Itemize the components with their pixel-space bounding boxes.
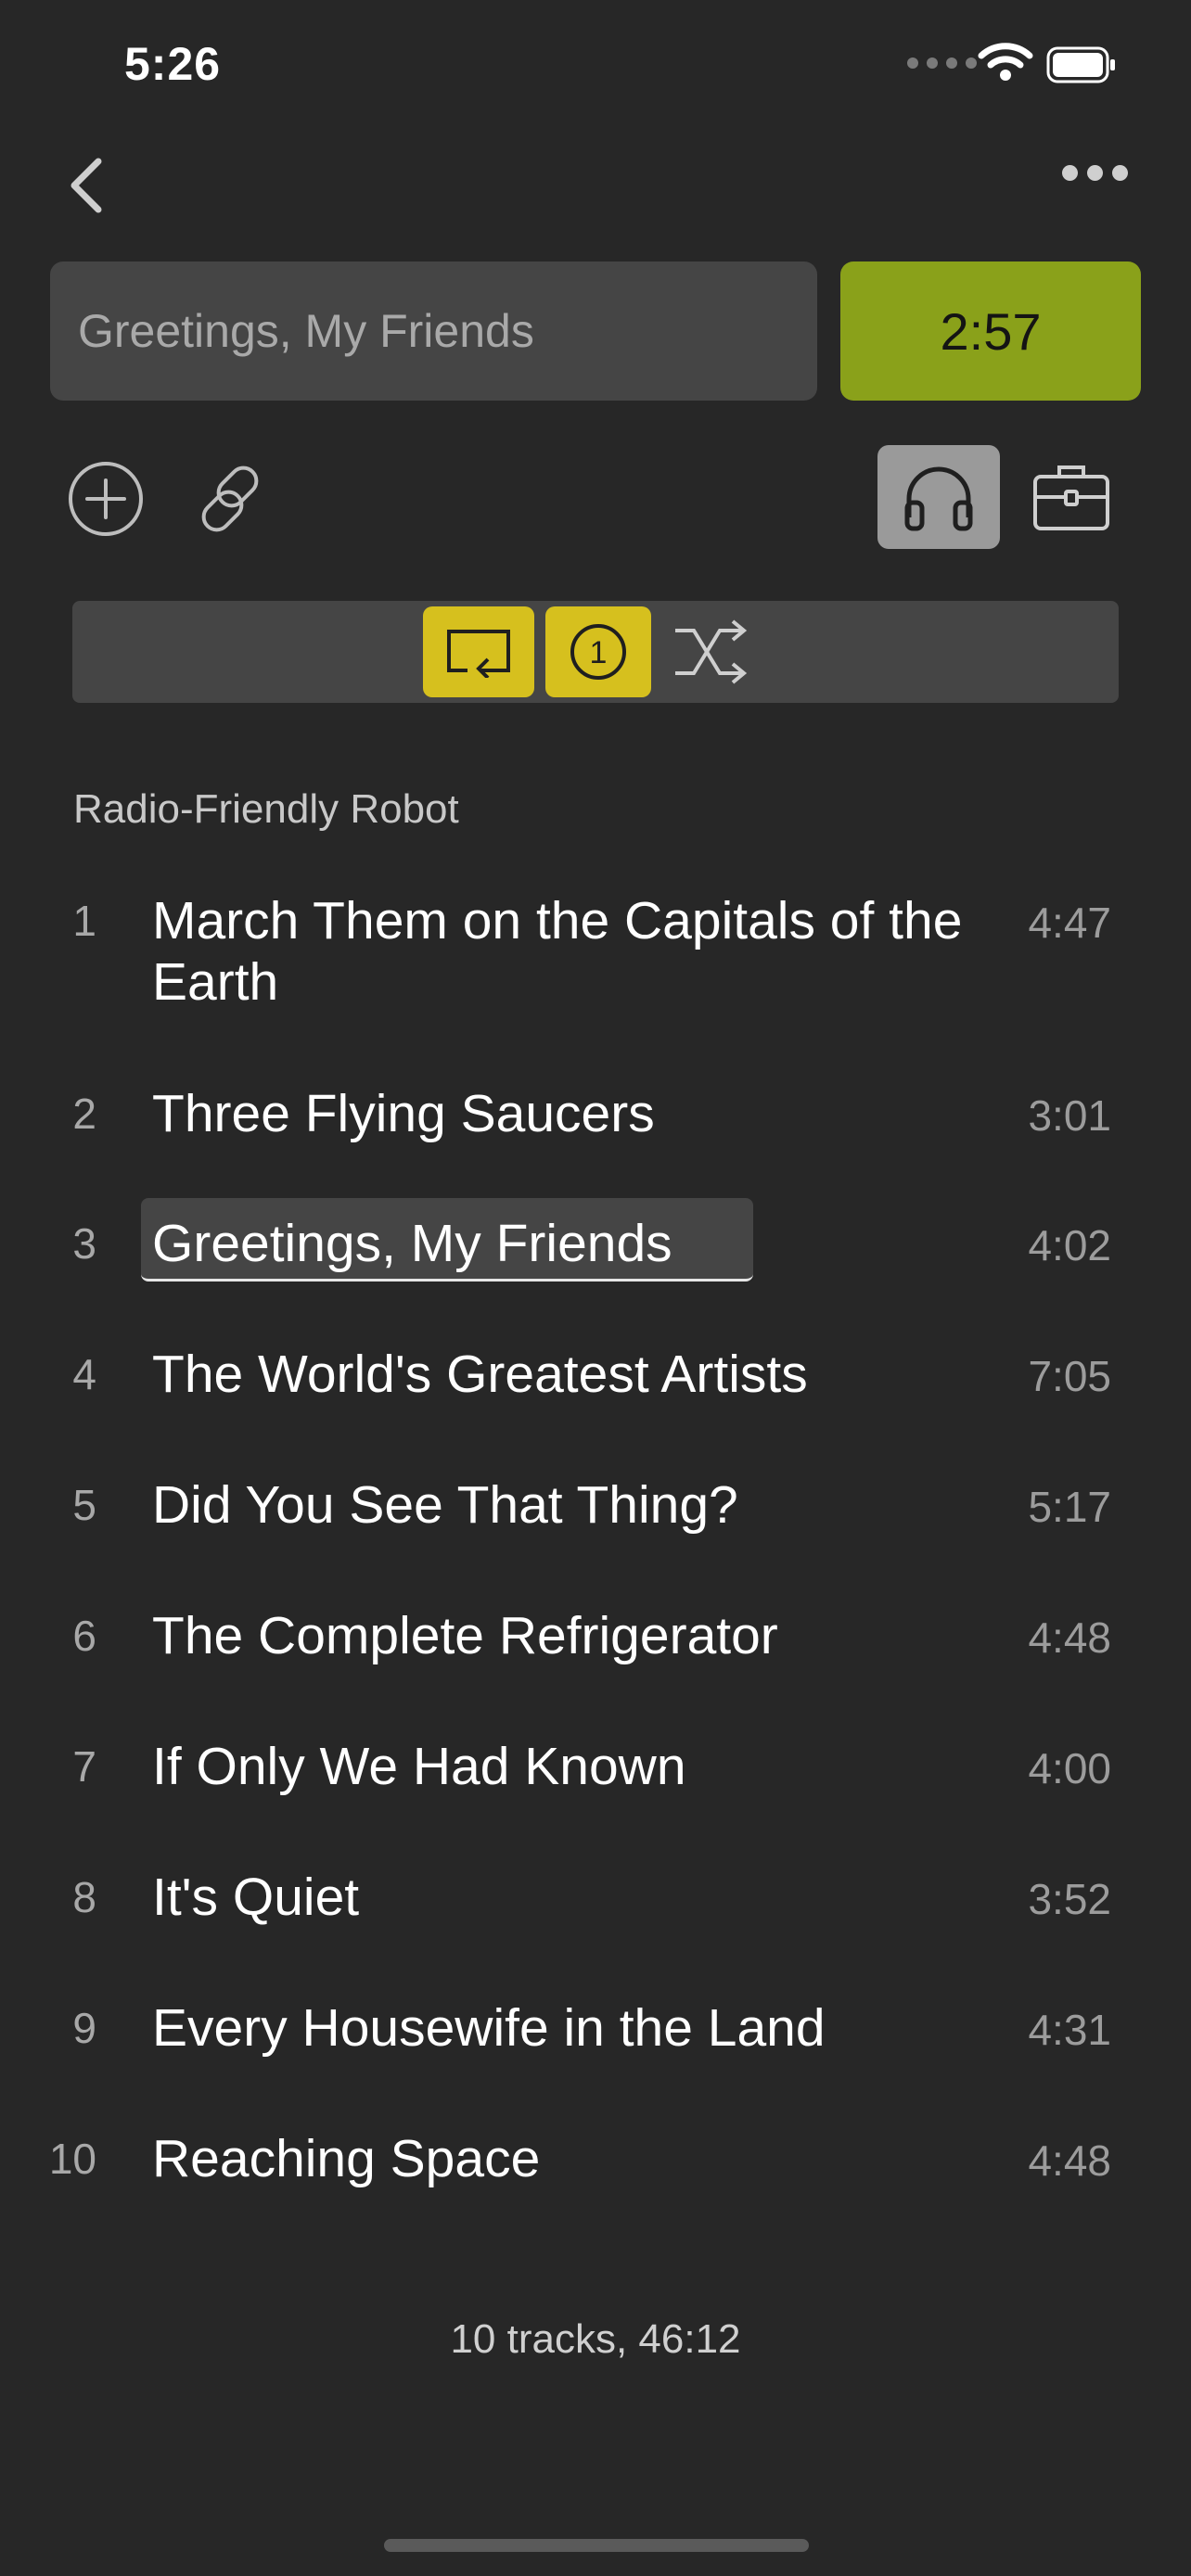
track-number: 3: [72, 1219, 96, 1268]
track-duration: 4:00: [1028, 1744, 1111, 1792]
track-title: The World's Greatest Artists: [152, 1345, 808, 1404]
elapsed-timer-button[interactable]: 2:57: [840, 261, 1141, 401]
track-number: 1: [72, 897, 96, 945]
track-title-field[interactable]: Greetings, My Friends: [50, 261, 817, 401]
battery-icon: [1046, 46, 1115, 83]
track-duration: 4:48: [1028, 2136, 1111, 2185]
track-duration: 4:31: [1028, 2006, 1111, 2054]
add-circle-icon[interactable]: [67, 460, 145, 538]
track-number: 10: [48, 2135, 96, 2183]
headphones-button[interactable]: [877, 445, 1000, 549]
track-title: Reaching Space: [152, 2129, 541, 2188]
track-title: If Only We Had Known: [152, 1737, 686, 1796]
track-title: Every Housewife in the Land: [152, 1998, 826, 2058]
track-duration: 3:52: [1028, 1875, 1111, 1923]
track-number: 2: [72, 1090, 96, 1138]
track-title: March Them on the Capitals of the Earth: [152, 891, 963, 1012]
album-summary: 10 tracks, 46:12: [450, 2316, 741, 2362]
track-title-value: Greetings, My Friends: [78, 305, 534, 357]
track-duration: 4:47: [1028, 899, 1111, 947]
track-title: Greetings, My Friends: [152, 1214, 672, 1273]
track-number: 5: [72, 1481, 96, 1529]
status-time: 5:26: [124, 38, 222, 90]
home-indicator[interactable]: [384, 2539, 809, 2552]
track-title: Three Flying Saucers: [152, 1084, 655, 1143]
wifi-icon: [978, 43, 1033, 81]
track-duration: 4:02: [1028, 1221, 1111, 1269]
shuffle-icon[interactable]: [672, 616, 749, 688]
track-number: 8: [72, 1873, 96, 1921]
track-duration: 7:05: [1028, 1352, 1111, 1400]
repeat-icon: [447, 630, 510, 678]
track-title: The Complete Refrigerator: [152, 1606, 778, 1665]
track-number: 6: [72, 1612, 96, 1660]
track-number: 4: [72, 1350, 96, 1398]
repeat-button[interactable]: [423, 606, 534, 697]
track-duration: 3:01: [1028, 1091, 1111, 1140]
track-title: Did You See That Thing?: [152, 1475, 738, 1535]
track-number: 7: [72, 1742, 96, 1791]
cellular-signal-icon: [907, 57, 977, 69]
track-title: It's Quiet: [152, 1868, 360, 1927]
toolbox-icon[interactable]: [1031, 460, 1111, 534]
album-title: Radio-Friendly Robot: [73, 786, 459, 832]
track-number: 9: [72, 2004, 96, 2052]
svg-text:1: 1: [590, 635, 608, 670]
repeat-one-button[interactable]: 1: [545, 606, 651, 697]
track-duration: 4:48: [1028, 1613, 1111, 1662]
link-icon[interactable]: [191, 460, 269, 538]
headphones-icon: [904, 466, 973, 531]
track-duration: 5:17: [1028, 1483, 1111, 1531]
timer-value: 2:57: [940, 301, 1042, 361]
back-chevron-icon[interactable]: [65, 156, 106, 215]
more-options-icon[interactable]: [1062, 165, 1128, 181]
repeat-one-icon: 1: [570, 624, 626, 680]
